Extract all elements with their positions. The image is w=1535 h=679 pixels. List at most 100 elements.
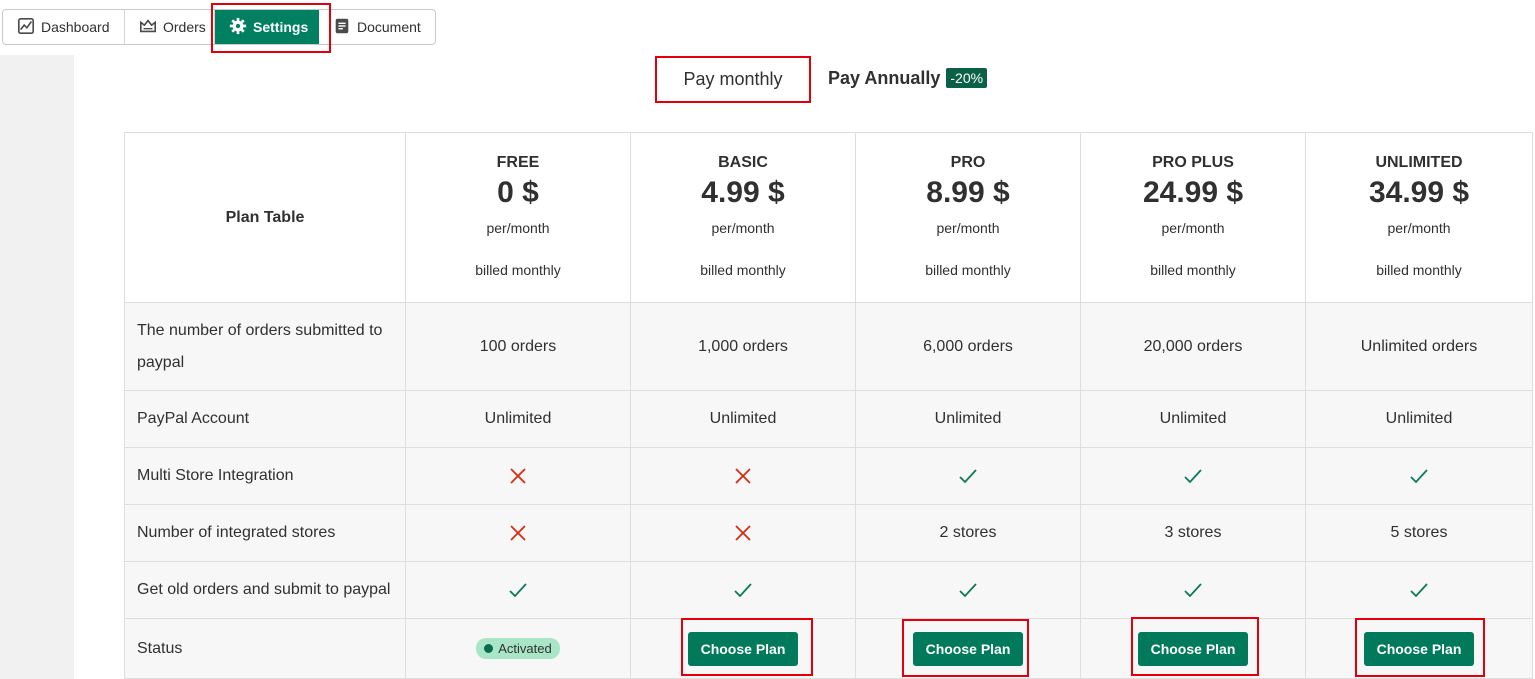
cell-orders-pro-plus: 20,000 orders: [1080, 302, 1306, 391]
row-label-integrated-stores: Number of integrated stores: [124, 504, 406, 562]
plan-period-free: per/month: [486, 219, 550, 236]
nav-settings-label: Settings: [253, 19, 309, 35]
pay-monthly-tab[interactable]: Pay monthly: [657, 58, 809, 100]
choose-plan-button-basic[interactable]: Choose Plan: [688, 631, 798, 666]
app-page: Dashboard Orders Settings Document Pay m…: [0, 0, 1535, 679]
nav-dashboard-label: Dashboard: [41, 19, 110, 35]
plan-billing-note-free: billed monthly: [475, 261, 561, 278]
cross-icon: [733, 523, 753, 543]
plan-name-pro-plus: PRO PLUS: [1152, 153, 1234, 171]
cell-old-pro: [855, 561, 1081, 619]
nav-document-label: Document: [357, 19, 421, 35]
check-icon: [733, 580, 753, 600]
cross-icon: [508, 523, 528, 543]
cell-paypal-pro-plus: Unlimited: [1080, 390, 1306, 448]
cell-multi-unlimited: [1305, 447, 1533, 505]
plan-period-pro: per/month: [936, 219, 1000, 236]
plan-name-pro: PRO: [950, 153, 986, 171]
choose-plan-button-pro[interactable]: Choose Plan: [913, 631, 1023, 666]
status-dot-icon: [484, 644, 494, 653]
plan-price-basic: 4.99 $: [701, 175, 785, 209]
main-nav: Dashboard Orders Settings Document: [2, 9, 436, 45]
cell-status-pro-plus: Choose Plan: [1080, 618, 1306, 679]
cell-stores-unlimited: 5 stores: [1305, 504, 1533, 562]
cell-old-pro-plus: [1080, 561, 1306, 619]
row-label-orders: The number of orders submitted to paypal: [124, 302, 406, 391]
cell-orders-pro: 6,000 orders: [855, 302, 1081, 391]
pay-annually-label: Pay Annually: [828, 67, 941, 88]
gear-icon: [229, 17, 247, 38]
table-row-integrated-stores: Number of integrated stores 2 stores 3 st…: [124, 504, 1533, 562]
cell-paypal-unlimited: Unlimited: [1305, 390, 1533, 448]
check-icon: [1409, 466, 1429, 486]
check-icon: [958, 466, 978, 486]
nav-orders-button[interactable]: Orders: [125, 10, 215, 44]
plan-billing-note-pro: billed monthly: [925, 261, 1011, 278]
plan-table: Plan Table FREE 0 $ per/month billed monthl…: [124, 132, 1533, 679]
cell-stores-pro: 2 stores: [855, 504, 1081, 562]
check-icon: [508, 580, 528, 600]
cell-stores-pro-plus: 3 stores: [1080, 504, 1306, 562]
row-label-old-orders: Get old orders and submit to paypal: [124, 561, 406, 619]
top-bar: Dashboard Orders Settings Document: [0, 0, 1535, 55]
cell-status-free: Activated: [405, 618, 631, 679]
plan-price-unlimited: 34.99 $: [1368, 175, 1470, 209]
plan-billing-note-basic: billed monthly: [700, 261, 786, 278]
nav-dashboard-button[interactable]: Dashboard: [3, 10, 125, 44]
table-row-orders: The number of orders submitted to paypal…: [124, 302, 1533, 391]
table-row-status: Status Activated Choose Plan Choose Plan Ch…: [124, 618, 1533, 679]
plan-period-unlimited: per/month: [1387, 219, 1451, 236]
table-row-multi-store: Multi Store Integration: [124, 447, 1533, 505]
document-icon: [333, 17, 351, 38]
cell-status-unlimited: Choose Plan: [1305, 618, 1533, 679]
orders-icon: [139, 17, 157, 38]
table-row-paypal-account: PayPal Account Unlimited Unlimited Unlimit…: [124, 390, 1533, 448]
nav-settings-button[interactable]: Settings: [215, 10, 319, 44]
table-row-old-orders: Get old orders and submit to paypal: [124, 561, 1533, 619]
cell-paypal-basic: Unlimited: [630, 390, 856, 448]
cell-stores-free: [405, 504, 631, 562]
cell-old-basic: [630, 561, 856, 619]
nav-document-button[interactable]: Document: [319, 10, 435, 44]
plan-name-unlimited: UNLIMITED: [1375, 153, 1463, 171]
activated-label: Activated: [498, 641, 552, 656]
plan-period-pro-plus: per/month: [1161, 219, 1225, 236]
row-label-multi-store: Multi Store Integration: [124, 447, 406, 505]
cell-multi-free: [405, 447, 631, 505]
plan-name-free: FREE: [496, 153, 540, 171]
cross-icon: [508, 466, 528, 486]
cell-old-free: [405, 561, 631, 619]
plan-table-title: Plan Table: [124, 132, 406, 303]
pay-annually-tab[interactable]: Pay Annually -20%: [828, 65, 988, 91]
plan-price-pro-plus: 24.99 $: [1142, 175, 1244, 209]
cell-multi-pro: [855, 447, 1081, 505]
cross-icon: [733, 466, 753, 486]
left-gutter: [0, 55, 74, 679]
row-label-status: Status: [124, 618, 406, 679]
nav-orders-label: Orders: [163, 19, 206, 35]
main-content: Pay monthly Pay Annually -20% Plan Table…: [74, 55, 1535, 679]
row-label-paypal-account: PayPal Account: [124, 390, 406, 448]
cell-orders-basic: 1,000 orders: [630, 302, 856, 391]
plan-price-free: 0 $: [497, 175, 539, 209]
plan-header-pro: PRO 8.99 $ per/month billed monthly: [855, 132, 1081, 303]
plan-header-unlimited: UNLIMITED 34.99 $ per/month billed monthly: [1305, 132, 1533, 303]
cell-stores-basic: [630, 504, 856, 562]
plan-name-basic: BASIC: [718, 153, 768, 171]
plan-price-pro: 8.99 $: [926, 175, 1010, 209]
cell-status-basic: Choose Plan: [630, 618, 856, 679]
choose-plan-button-pro-plus[interactable]: Choose Plan: [1138, 631, 1248, 666]
plan-billing-note-pro-plus: billed monthly: [1150, 261, 1236, 278]
cell-old-unlimited: [1305, 561, 1533, 619]
plan-header-pro-plus: PRO PLUS 24.99 $ per/month billed monthly: [1080, 132, 1306, 303]
plan-billing-note-unlimited: billed monthly: [1376, 261, 1462, 278]
cell-status-pro: Choose Plan: [855, 618, 1081, 679]
cell-orders-free: 100 orders: [405, 302, 631, 391]
cell-orders-unlimited: Unlimited orders: [1305, 302, 1533, 391]
choose-plan-button-unlimited[interactable]: Choose Plan: [1364, 631, 1474, 666]
check-icon: [1183, 466, 1203, 486]
check-icon: [958, 580, 978, 600]
plan-header-free: FREE 0 $ per/month billed monthly: [405, 132, 631, 303]
activated-badge: Activated: [476, 638, 560, 659]
check-icon: [1409, 580, 1429, 600]
